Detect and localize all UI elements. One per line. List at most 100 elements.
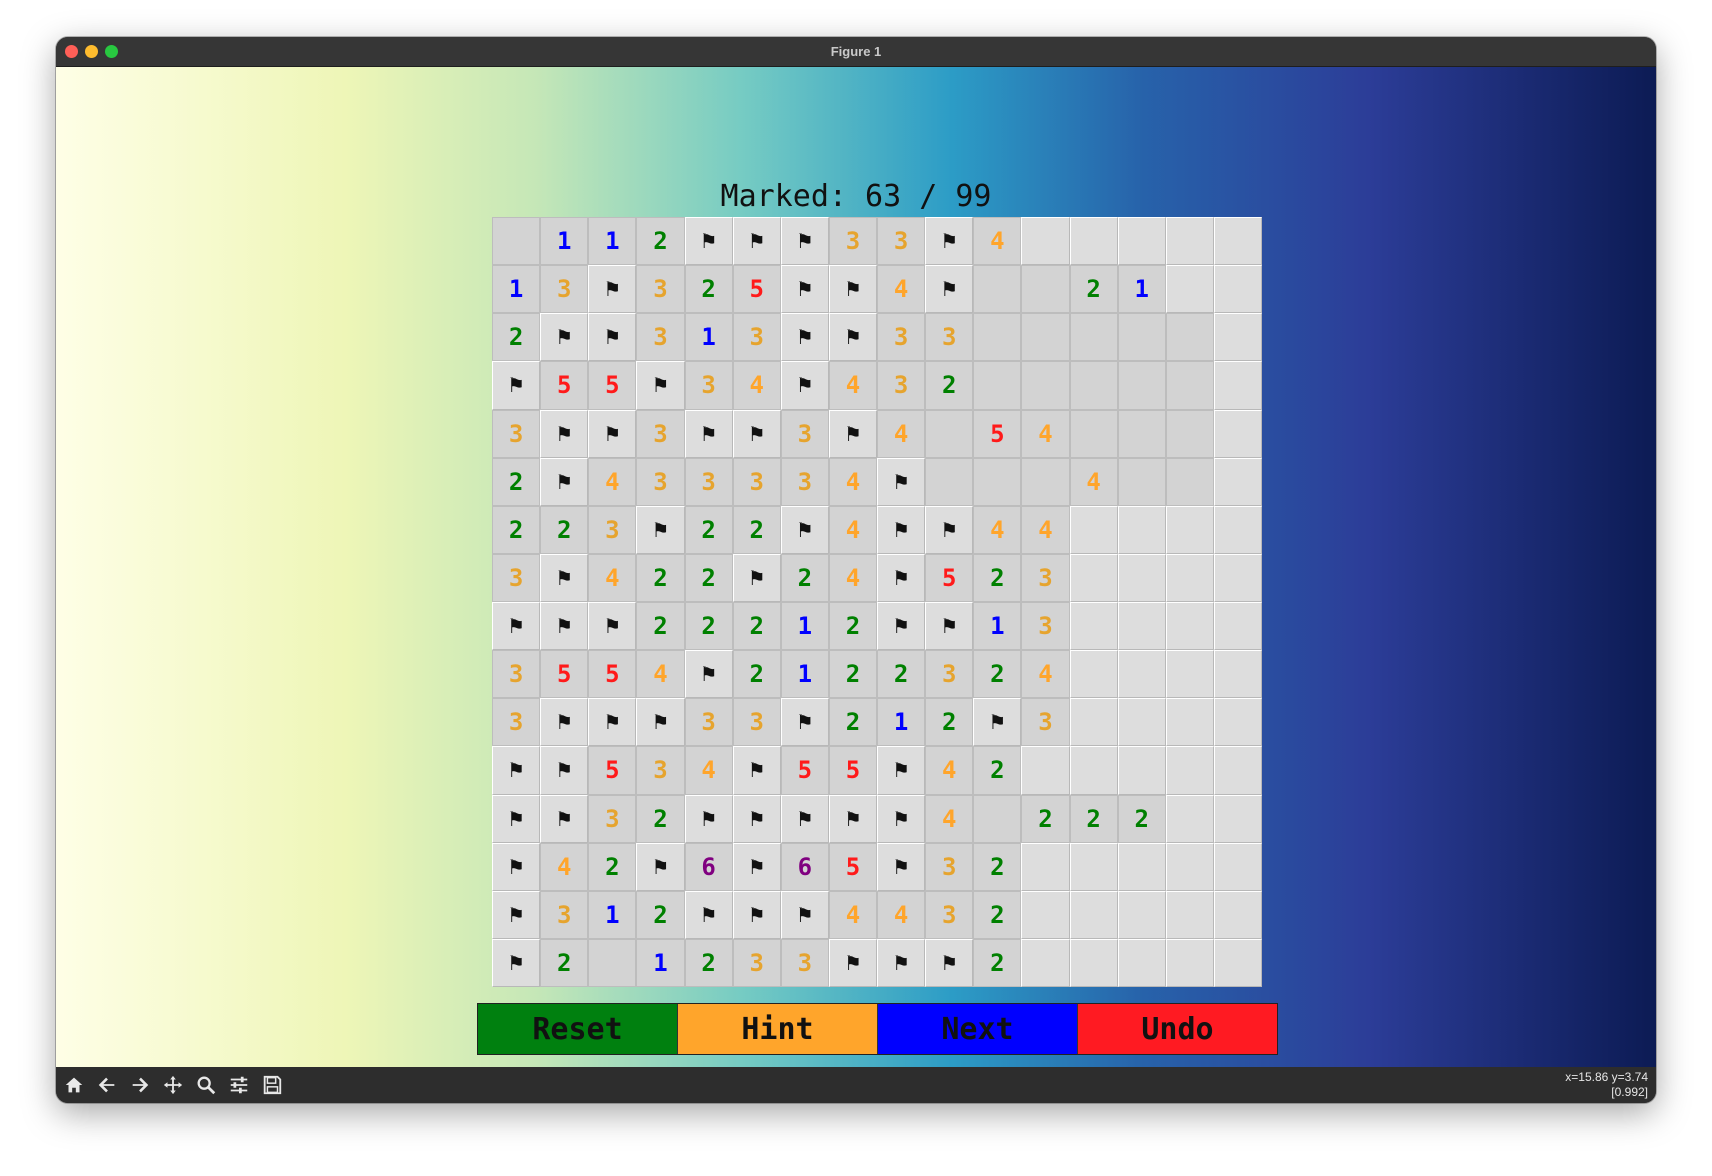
flag-icon[interactable]: ⚑ — [492, 746, 541, 795]
flag-icon[interactable]: ⚑ — [732, 746, 781, 795]
flag-icon[interactable]: ⚑ — [925, 265, 974, 314]
flag-icon[interactable]: ⚑ — [492, 842, 541, 891]
empty-cell[interactable] — [1165, 313, 1214, 362]
flag-icon[interactable]: ⚑ — [877, 505, 926, 554]
flag-icon[interactable]: ⚑ — [684, 794, 733, 843]
number-cell[interactable]: 2 — [684, 265, 733, 314]
zoom-icon[interactable] — [191, 1072, 221, 1098]
number-cell[interactable]: 4 — [877, 265, 926, 314]
number-cell[interactable]: 5 — [828, 842, 877, 891]
flag-icon[interactable]: ⚑ — [684, 650, 733, 699]
hidden-cell[interactable] — [1069, 698, 1118, 747]
flag-icon[interactable]: ⚑ — [636, 505, 685, 554]
hidden-cell[interactable] — [1213, 890, 1262, 939]
hint-button[interactable]: Hint — [678, 1004, 878, 1054]
number-cell[interactable]: 4 — [540, 842, 589, 891]
number-cell[interactable]: 2 — [925, 698, 974, 747]
flag-icon[interactable]: ⚑ — [877, 746, 926, 795]
flag-icon[interactable]: ⚑ — [828, 794, 877, 843]
empty-cell[interactable] — [1021, 361, 1070, 410]
number-cell[interactable]: 2 — [732, 505, 781, 554]
flag-icon[interactable]: ⚑ — [828, 938, 877, 987]
flag-icon[interactable]: ⚑ — [540, 313, 589, 362]
number-cell[interactable]: 3 — [636, 313, 685, 362]
number-cell[interactable]: 3 — [925, 842, 974, 891]
number-cell[interactable]: 3 — [684, 698, 733, 747]
number-cell[interactable]: 1 — [588, 890, 637, 939]
number-cell[interactable]: 2 — [540, 505, 589, 554]
hidden-cell[interactable] — [1165, 698, 1214, 747]
number-cell[interactable]: 5 — [925, 553, 974, 602]
empty-cell[interactable] — [1165, 409, 1214, 458]
number-cell[interactable]: 4 — [588, 457, 637, 506]
number-cell[interactable]: 5 — [732, 265, 781, 314]
flag-icon[interactable]: ⚑ — [828, 313, 877, 362]
empty-cell[interactable] — [973, 794, 1022, 843]
number-cell[interactable]: 3 — [780, 938, 829, 987]
number-cell[interactable]: 3 — [492, 650, 541, 699]
empty-cell[interactable] — [1069, 361, 1118, 410]
number-cell[interactable]: 1 — [1117, 265, 1166, 314]
flag-icon[interactable]: ⚑ — [828, 265, 877, 314]
number-cell[interactable]: 2 — [684, 938, 733, 987]
number-cell[interactable]: 2 — [925, 361, 974, 410]
number-cell[interactable]: 2 — [973, 938, 1022, 987]
number-cell[interactable]: 3 — [780, 409, 829, 458]
number-cell[interactable]: 4 — [973, 505, 1022, 554]
flag-icon[interactable]: ⚑ — [492, 361, 541, 410]
hidden-cell[interactable] — [1117, 505, 1166, 554]
flag-icon[interactable]: ⚑ — [636, 361, 685, 410]
empty-cell[interactable] — [1165, 457, 1214, 506]
hidden-cell[interactable] — [1165, 217, 1214, 266]
flag-icon[interactable]: ⚑ — [780, 361, 829, 410]
number-cell[interactable]: 3 — [877, 361, 926, 410]
number-cell[interactable]: 2 — [973, 553, 1022, 602]
flag-icon[interactable]: ⚑ — [540, 409, 589, 458]
number-cell[interactable]: 4 — [877, 409, 926, 458]
hidden-cell[interactable] — [1117, 650, 1166, 699]
number-cell[interactable]: 3 — [925, 890, 974, 939]
flag-icon[interactable]: ⚑ — [684, 890, 733, 939]
number-cell[interactable]: 2 — [492, 313, 541, 362]
number-cell[interactable]: 2 — [684, 602, 733, 651]
number-cell[interactable]: 3 — [684, 361, 733, 410]
empty-cell[interactable] — [1021, 313, 1070, 362]
number-cell[interactable]: 4 — [828, 361, 877, 410]
empty-cell[interactable] — [1021, 265, 1070, 314]
number-cell[interactable]: 3 — [1021, 602, 1070, 651]
undo-button[interactable]: Undo — [1078, 1004, 1277, 1054]
flag-icon[interactable]: ⚑ — [540, 457, 589, 506]
flag-icon[interactable]: ⚑ — [732, 409, 781, 458]
empty-cell[interactable] — [925, 409, 974, 458]
number-cell[interactable]: 3 — [732, 938, 781, 987]
hidden-cell[interactable] — [1069, 938, 1118, 987]
number-cell[interactable]: 2 — [636, 890, 685, 939]
flag-icon[interactable]: ⚑ — [684, 409, 733, 458]
number-cell[interactable]: 2 — [492, 457, 541, 506]
flag-icon[interactable]: ⚑ — [925, 602, 974, 651]
number-cell[interactable]: 1 — [492, 265, 541, 314]
number-cell[interactable]: 6 — [684, 842, 733, 891]
number-cell[interactable]: 4 — [1021, 505, 1070, 554]
flag-icon[interactable]: ⚑ — [925, 938, 974, 987]
hidden-cell[interactable] — [1213, 602, 1262, 651]
number-cell[interactable]: 4 — [828, 457, 877, 506]
number-cell[interactable]: 2 — [492, 505, 541, 554]
number-cell[interactable]: 2 — [636, 553, 685, 602]
forward-arrow-icon[interactable] — [125, 1072, 155, 1098]
hidden-cell[interactable] — [1117, 842, 1166, 891]
number-cell[interactable]: 4 — [732, 361, 781, 410]
number-cell[interactable]: 5 — [540, 361, 589, 410]
number-cell[interactable]: 1 — [973, 602, 1022, 651]
number-cell[interactable]: 4 — [1021, 409, 1070, 458]
hidden-cell[interactable] — [1069, 746, 1118, 795]
number-cell[interactable]: 4 — [925, 794, 974, 843]
pan-icon[interactable] — [158, 1072, 188, 1098]
number-cell[interactable]: 5 — [588, 650, 637, 699]
hidden-cell[interactable] — [1069, 602, 1118, 651]
number-cell[interactable]: 5 — [780, 746, 829, 795]
flag-icon[interactable]: ⚑ — [780, 217, 829, 266]
number-cell[interactable]: 3 — [732, 457, 781, 506]
hidden-cell[interactable] — [1213, 265, 1262, 314]
number-cell[interactable]: 3 — [540, 890, 589, 939]
